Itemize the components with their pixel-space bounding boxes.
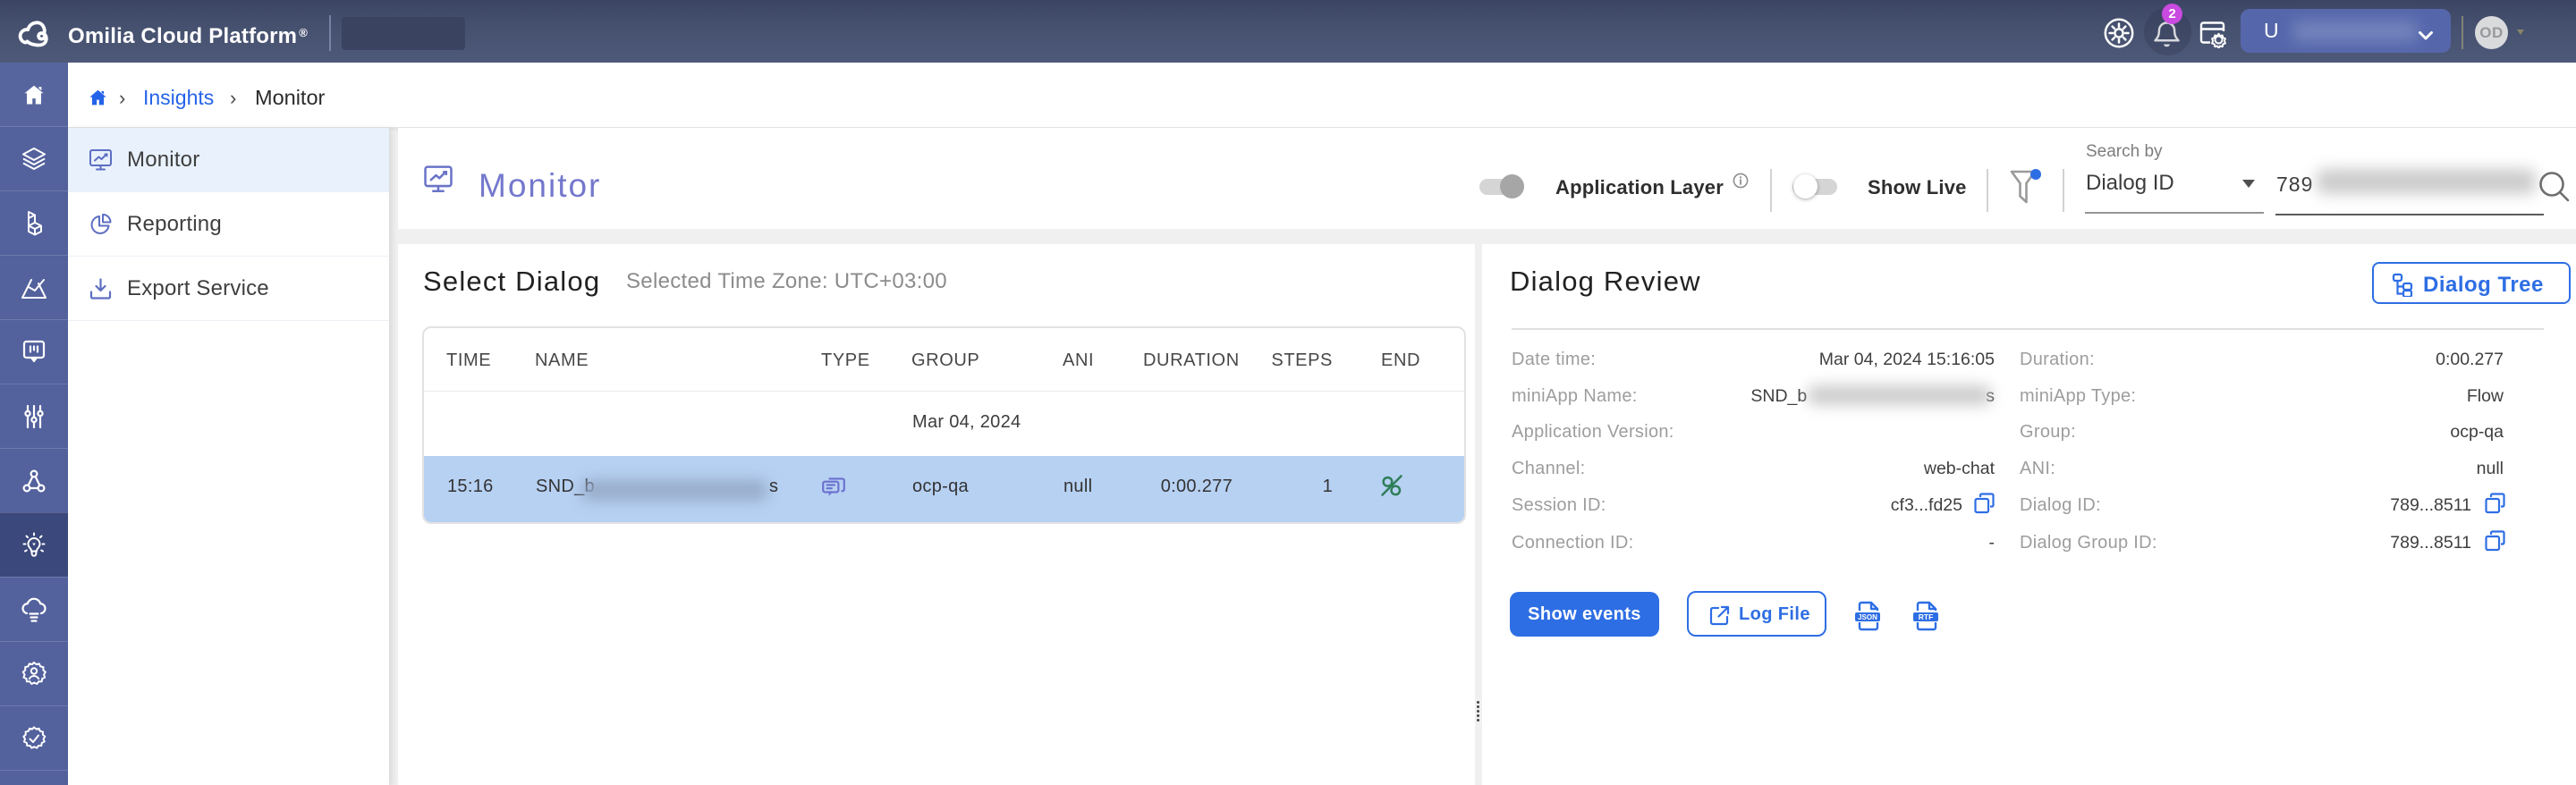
svg-text:JSON: JSON [1858, 613, 1877, 621]
svg-text:RTF: RTF [1919, 612, 1934, 621]
